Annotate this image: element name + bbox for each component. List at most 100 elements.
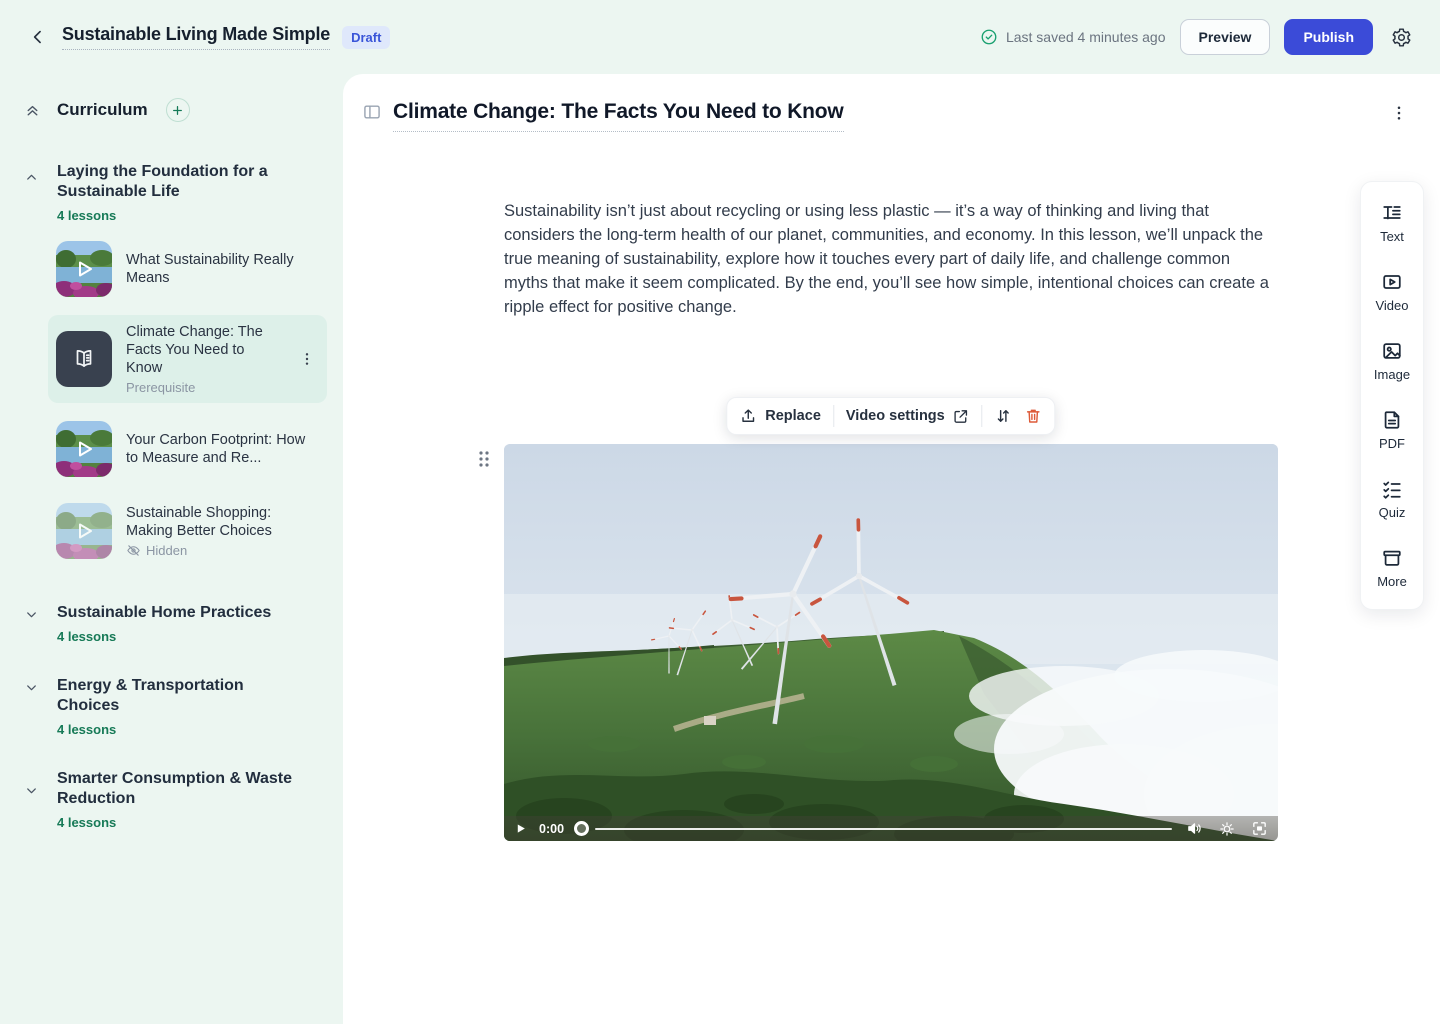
- double-chevron-up-icon: [24, 102, 41, 119]
- curriculum-section: Energy & Transportation Choices 4 lesson…: [24, 676, 327, 737]
- last-saved-status: Last saved 4 minutes ago: [980, 28, 1166, 46]
- lesson-meta-hidden: Hidden: [126, 543, 319, 558]
- lesson-options-button[interactable]: [1386, 100, 1412, 126]
- play-icon: [56, 421, 112, 477]
- curriculum-section: Laying the Foundation for a Sustainable …: [24, 162, 327, 567]
- fullscreen-button[interactable]: [1251, 820, 1268, 837]
- lesson-item-sustainable-shopping[interactable]: Sustainable Shopping: Making Better Choi…: [48, 495, 327, 567]
- lesson-meta-prerequisite: Prerequisite: [126, 380, 281, 395]
- add-image-block-button[interactable]: Image: [1374, 340, 1410, 382]
- player-settings-button[interactable]: [1219, 821, 1235, 837]
- lesson-editor-panel: Climate Change: The Facts You Need to Kn…: [343, 74, 1440, 1024]
- lesson-page-title[interactable]: Climate Change: The Facts You Need to Kn…: [393, 100, 844, 132]
- lesson-menu-button[interactable]: [295, 347, 319, 371]
- play-icon: [514, 822, 527, 835]
- status-badge: Draft: [342, 26, 390, 49]
- video-frame-wind-turbines: [504, 444, 1278, 841]
- lesson-video-thumbnail: [56, 503, 112, 559]
- play-button[interactable]: [514, 822, 527, 835]
- topbar-actions: Last saved 4 minutes ago Preview Publish: [980, 19, 1416, 55]
- lesson-item-climate-change[interactable]: Climate Change: The Facts You Need to Kn…: [48, 315, 327, 403]
- volume-icon: [1186, 820, 1203, 837]
- replace-video-button[interactable]: Replace: [739, 407, 821, 425]
- lesson-title: Your Carbon Footprint: How to Measure an…: [126, 431, 319, 467]
- progress-bar[interactable]: [595, 828, 1172, 830]
- chevron-up-icon: [24, 170, 40, 223]
- upload-icon: [739, 407, 757, 425]
- section-title: Smarter Consumption & Waste Reduction: [57, 769, 297, 809]
- section-header[interactable]: Energy & Transportation Choices 4 lesson…: [24, 676, 327, 737]
- course-title[interactable]: Sustainable Living Made Simple: [62, 24, 330, 50]
- toolbar-divider: [982, 405, 983, 427]
- chevron-left-icon: [28, 27, 48, 47]
- delete-block-button[interactable]: [1025, 407, 1043, 425]
- lesson-video-thumbnail: [56, 421, 112, 477]
- lesson-title: Climate Change: The Facts You Need to Kn…: [126, 323, 281, 377]
- video-block-toolbar: Replace Video settings: [726, 397, 1055, 435]
- section-header[interactable]: Laying the Foundation for a Sustainable …: [24, 162, 327, 223]
- curriculum-section: Smarter Consumption & Waste Reduction 4 …: [24, 769, 327, 830]
- section-lesson-count: 4 lessons: [57, 815, 297, 830]
- kebab-icon: [1390, 104, 1408, 122]
- curriculum-header: Curriculum: [24, 98, 327, 122]
- back-button[interactable]: [24, 23, 52, 51]
- lesson-content: Sustainability isn’t just about recyclin…: [504, 199, 1278, 319]
- reading-lesson-tile: [56, 331, 112, 387]
- publish-button[interactable]: Publish: [1284, 19, 1373, 55]
- more-blocks-button[interactable]: More: [1377, 547, 1407, 589]
- topbar: Sustainable Living Made Simple Draft Las…: [0, 0, 1440, 74]
- collapse-all-button[interactable]: [24, 102, 41, 119]
- volume-button[interactable]: [1186, 820, 1203, 837]
- lesson-title: What Sustainability Really Means: [126, 251, 319, 287]
- section-lesson-count: 4 lessons: [57, 722, 297, 737]
- drag-dots-icon: [477, 449, 491, 469]
- gear-icon: [1219, 821, 1235, 837]
- toggle-sidebar-button[interactable]: [362, 102, 382, 122]
- pdf-block-icon: [1381, 409, 1403, 431]
- add-section-button[interactable]: [166, 98, 190, 122]
- chevron-down-icon: [24, 680, 40, 737]
- quiz-block-icon: [1381, 478, 1403, 500]
- external-link-icon: [953, 408, 970, 425]
- scrubber-handle[interactable]: [574, 821, 589, 836]
- block-drag-handle[interactable]: [477, 449, 491, 469]
- play-icon: [56, 503, 112, 559]
- lesson-item-carbon-footprint[interactable]: Your Carbon Footprint: How to Measure an…: [48, 413, 327, 485]
- lesson-paragraph[interactable]: Sustainability isn’t just about recyclin…: [504, 199, 1278, 319]
- section-header[interactable]: Smarter Consumption & Waste Reduction 4 …: [24, 769, 327, 830]
- video-settings-button[interactable]: Video settings: [846, 408, 970, 425]
- lesson-header: Climate Change: The Facts You Need to Kn…: [343, 74, 1440, 132]
- chevron-down-icon: [24, 783, 40, 830]
- toolbar-divider: [833, 405, 834, 427]
- add-video-block-button[interactable]: Video: [1375, 271, 1408, 313]
- archive-box-icon: [1381, 547, 1403, 569]
- video-block-icon: [1381, 271, 1403, 293]
- last-saved-text: Last saved 4 minutes ago: [1006, 29, 1166, 45]
- lesson-title: Sustainable Shopping: Making Better Choi…: [126, 504, 319, 540]
- block-palette: Text Video Image PDF Quiz More: [1360, 181, 1424, 610]
- add-pdf-block-button[interactable]: PDF: [1379, 409, 1405, 451]
- add-text-block-button[interactable]: Text: [1380, 202, 1404, 244]
- swap-vertical-icon: [995, 407, 1013, 425]
- eye-off-icon: [126, 543, 141, 558]
- curriculum-title: Curriculum: [57, 100, 148, 120]
- trash-icon: [1025, 407, 1043, 425]
- kebab-icon: [299, 351, 315, 367]
- section-header[interactable]: Sustainable Home Practices 4 lessons: [24, 603, 327, 644]
- text-block-icon: [1381, 202, 1403, 224]
- video-controls-bar: 0:00: [504, 816, 1278, 841]
- gear-icon: [1391, 27, 1412, 48]
- add-quiz-block-button[interactable]: Quiz: [1379, 478, 1406, 520]
- fullscreen-icon: [1251, 820, 1268, 837]
- video-player[interactable]: 0:00: [504, 444, 1278, 841]
- settings-button[interactable]: [1387, 23, 1416, 52]
- section-lesson-count: 4 lessons: [57, 629, 271, 644]
- open-book-icon: [71, 346, 97, 372]
- preview-button[interactable]: Preview: [1180, 19, 1271, 55]
- chevron-down-icon: [24, 607, 40, 644]
- plus-icon: [171, 104, 184, 117]
- move-block-button[interactable]: [995, 407, 1013, 425]
- check-circle-icon: [980, 28, 998, 46]
- lesson-item-what-sustainability[interactable]: What Sustainability Really Means: [48, 233, 327, 305]
- image-block-icon: [1381, 340, 1403, 362]
